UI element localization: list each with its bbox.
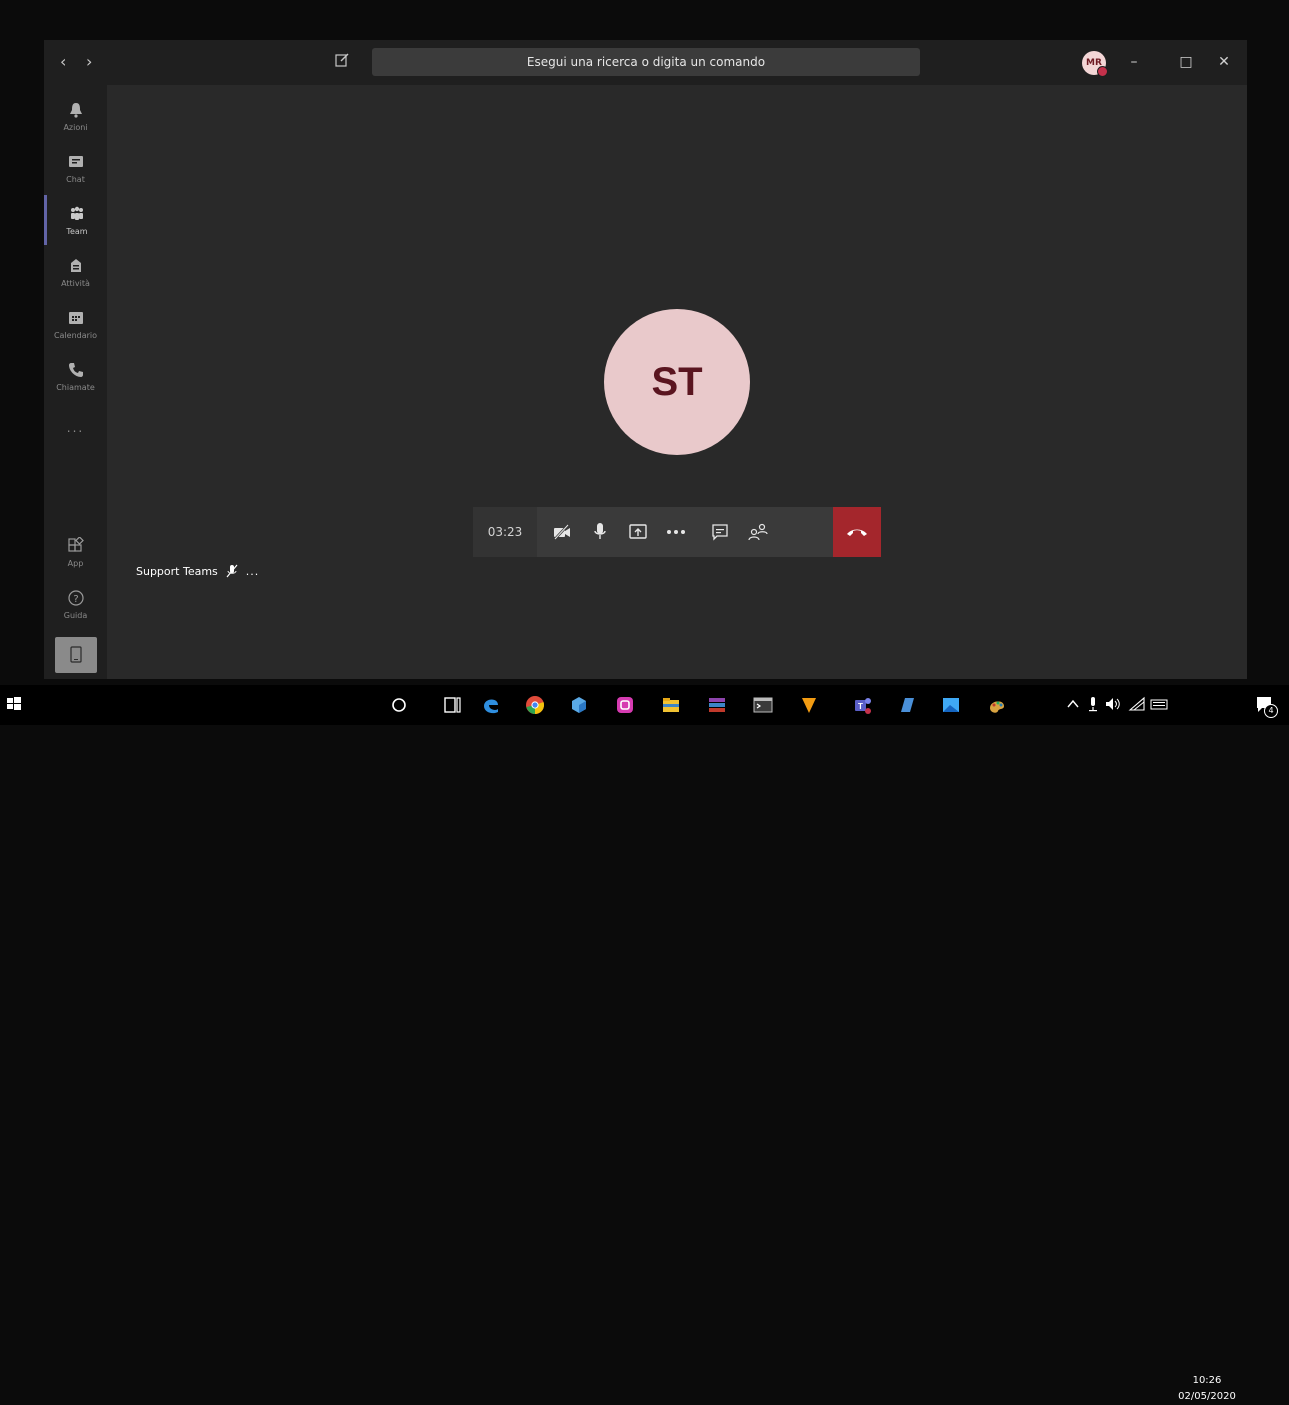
minimize-button[interactable]: –: [1124, 52, 1144, 72]
participant-name: Support Teams: [136, 564, 218, 578]
more-icon: [667, 530, 685, 534]
hang-up-icon: [847, 529, 867, 536]
calendar-icon: [68, 311, 83, 324]
mobile-device-icon: [70, 646, 82, 663]
clock-date: 02/05/2020: [1178, 1391, 1236, 1402]
winrar-icon[interactable]: [706, 694, 728, 716]
file-explorer-icon[interactable]: [660, 694, 682, 716]
participant-label: Support Teams ...: [136, 564, 259, 578]
title-bar: ‹ › Esegui una ricerca o digita un coman…: [44, 40, 1247, 85]
teams-taskbar-icon[interactable]: T: [852, 694, 874, 716]
windows-start-icon[interactable]: [6, 696, 22, 712]
search-placeholder: Esegui una ricerca o digita un comando: [526, 55, 766, 69]
svg-text:?: ?: [73, 594, 78, 605]
call-stage: ST 03:23 Support Teams ...: [107, 85, 1247, 679]
package-app-icon[interactable]: [568, 694, 590, 716]
terminal-icon[interactable]: [752, 694, 774, 716]
forward-arrow-icon[interactable]: ›: [86, 52, 92, 71]
edge-browser-icon[interactable]: [480, 694, 502, 716]
help-icon: ?: [67, 589, 84, 606]
sidebar-item-label: Team: [66, 226, 88, 236]
action-center-button[interactable]: 4: [1254, 694, 1278, 718]
bell-icon: [69, 102, 82, 118]
presence-busy-icon: [1097, 66, 1108, 77]
participant-more-icon[interactable]: ...: [246, 565, 260, 578]
sidebar-item-chiamate[interactable]: Chiamate: [44, 351, 107, 401]
show-conversation-button[interactable]: [701, 507, 739, 557]
cortana-icon[interactable]: [388, 694, 410, 716]
pink-app-icon[interactable]: [614, 694, 636, 716]
app-rail: Azioni Chat Team Attività Calendario Chi…: [44, 85, 107, 679]
call-timer: 03:23: [473, 507, 537, 557]
microphone-button[interactable]: [581, 507, 619, 557]
sidebar-item-label: Guida: [63, 610, 88, 620]
call-controls: 03:23: [473, 507, 881, 557]
sidebar-item-label: Calendario: [53, 330, 98, 340]
sidebar-item-app[interactable]: App: [44, 527, 107, 577]
search-input[interactable]: Esegui una ricerca o digita un comando: [372, 48, 920, 76]
back-arrow-icon[interactable]: ‹: [60, 52, 66, 71]
notification-count: 4: [1264, 704, 1278, 718]
sidebar-item-chat[interactable]: Chat: [44, 143, 107, 193]
sidebar-item-team[interactable]: Team: [44, 195, 107, 245]
more-apps-icon[interactable]: ...: [44, 421, 107, 435]
phone-icon: [68, 362, 83, 377]
teams-window: ‹ › Esegui una ricerca o digita un coman…: [44, 40, 1247, 679]
keyboard-language-icon[interactable]: [1150, 697, 1168, 711]
svg-text:T: T: [858, 702, 863, 711]
notes-app-icon[interactable]: [896, 694, 918, 716]
share-screen-button[interactable]: [619, 507, 657, 557]
paint-app-icon[interactable]: [986, 694, 1008, 716]
chat-bubble-icon: [712, 524, 728, 541]
sidebar-item-calendario[interactable]: Calendario: [44, 299, 107, 349]
task-view-icon[interactable]: [442, 694, 464, 716]
chevron-up-icon[interactable]: [1066, 697, 1080, 711]
volume-icon[interactable]: [1104, 696, 1122, 712]
share-screen-icon: [629, 524, 647, 539]
chrome-browser-icon[interactable]: [524, 694, 546, 716]
sidebar-item-label: App: [67, 558, 84, 568]
participant-avatar: ST: [604, 309, 750, 455]
chat-icon: [68, 155, 83, 167]
windows-taskbar: T 10:26 02/05/2020 4: [0, 685, 1289, 1402]
clock-time: 10:26: [1192, 1375, 1222, 1386]
photos-app-icon[interactable]: [940, 694, 962, 716]
sidebar-item-attivita[interactable]: Attività: [44, 247, 107, 297]
show-participants-button[interactable]: [739, 507, 777, 557]
assignments-icon: [70, 258, 81, 272]
maximize-button[interactable]: □: [1176, 52, 1196, 72]
taskbar-clock[interactable]: 10:26 02/05/2020: [1172, 1373, 1242, 1405]
sidebar-item-guida[interactable]: ? Guida: [44, 579, 107, 629]
user-avatar[interactable]: MR: [1082, 51, 1108, 77]
close-button[interactable]: ✕: [1214, 52, 1234, 72]
sidebar-item-label: Azioni: [63, 122, 88, 132]
sidebar-item-label: Chat: [66, 174, 85, 184]
teams-icon: [71, 206, 83, 220]
compose-icon[interactable]: [334, 52, 354, 72]
apps-icon: [67, 536, 84, 552]
muted-microphone-icon: [226, 564, 238, 578]
more-actions-button[interactable]: [657, 507, 695, 557]
participant-initials: ST: [651, 359, 703, 404]
sidebar-item-azioni[interactable]: Azioni: [44, 91, 107, 141]
device-button[interactable]: [55, 637, 97, 673]
tray-microphone-icon[interactable]: [1086, 696, 1100, 712]
sidebar-item-label: Chiamate: [56, 382, 95, 392]
vlc-icon[interactable]: [798, 694, 820, 716]
camera-off-icon: [554, 524, 570, 540]
participants-icon: [748, 523, 768, 541]
sidebar-item-label: Attività: [61, 278, 90, 288]
microphone-icon: [594, 523, 606, 539]
hang-up-button[interactable]: [833, 507, 881, 557]
camera-off-button[interactable]: [543, 507, 581, 557]
wifi-icon[interactable]: [1128, 696, 1146, 712]
